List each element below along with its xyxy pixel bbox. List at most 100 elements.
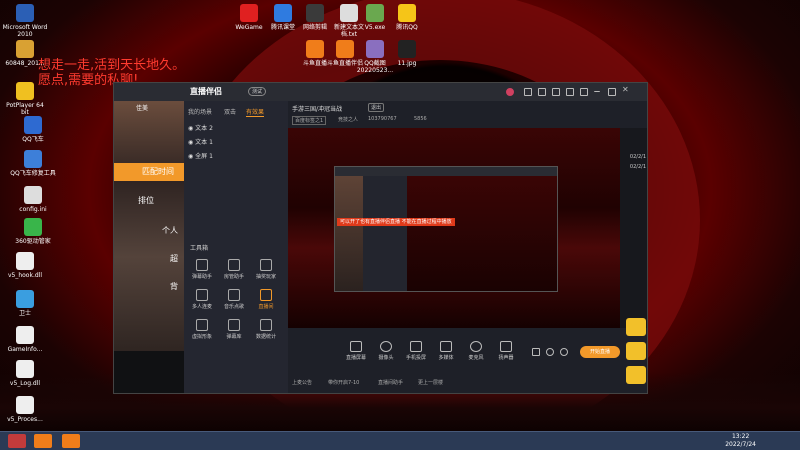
timer-icon[interactable] [546, 348, 554, 356]
gift-icon[interactable] [552, 88, 560, 96]
taskbar-app-icon[interactable] [8, 434, 26, 448]
desktop-icon-360[interactable]: 360驱动管家 [10, 218, 56, 245]
desktop-icon-process[interactable]: v5_Proces... [2, 396, 48, 423]
group-icon [196, 289, 208, 301]
app-titlebar: 直播伴侣 测试 ✕ [114, 83, 647, 101]
desktop-icon-qq[interactable]: 腾讯QQ [384, 4, 430, 31]
nested-red-banner: 可以开了也有直播伴侣直播 不能在直播过程中播放 [337, 218, 455, 226]
potplayer-icon [16, 82, 34, 100]
clock-date: 2022/7/24 [725, 441, 756, 448]
tool-avatar[interactable]: 虚拟形象 [188, 319, 216, 340]
mail-icon[interactable] [566, 88, 574, 96]
tab-double[interactable]: 双击 [224, 107, 236, 116]
folder-icon [16, 40, 34, 58]
desktop-icon-qqspeed[interactable]: QQ飞车 [10, 116, 56, 143]
nested-app-window: 可以开了也有直播伴侣直播 不能在直播过程中播放 [334, 166, 558, 292]
camera-icon [260, 259, 272, 271]
stream-title[interactable]: 手游三国/冲冠当战 [292, 104, 342, 113]
settings-icon[interactable] [560, 348, 568, 356]
word-icon [16, 4, 34, 22]
ini-file-icon [24, 186, 42, 204]
status-item[interactable]: 更上一层楼 [418, 379, 443, 386]
scene-item[interactable]: ◉ 全屏 1 [188, 151, 213, 160]
status-item[interactable]: 带你开启7-10 [328, 379, 359, 386]
desktop-icon-repair[interactable]: QQ飞车修复工具 [10, 150, 56, 177]
record-icon[interactable] [532, 348, 540, 356]
chat-icon [196, 259, 208, 271]
editor-icon [306, 4, 324, 22]
panel-line-2: 个人 [162, 226, 178, 235]
app-logo: 直播伴侣 [190, 87, 222, 96]
scene-tabs: 我的场景 双击 有效果 [184, 105, 288, 117]
tab-my-scenes[interactable]: 我的场景 [188, 107, 212, 116]
status-line: 上麦公告 带你开启7-10 直播间助手 更上一层楼 [288, 373, 647, 393]
scene-panel: 我的场景 双击 有效果 ◉ 文本 2 ◉ 文本 1 ◉ 全屏 1 工具箱 弹幕助… [184, 101, 288, 393]
tool-room-manager[interactable]: 房管助手 [220, 259, 248, 280]
maximize-icon[interactable] [608, 88, 616, 96]
library-icon [228, 319, 240, 331]
media-button[interactable]: 多媒体 [432, 341, 460, 361]
tool-multi-mic[interactable]: 多人连麦 [188, 289, 216, 310]
status-item[interactable]: 直播间助手 [378, 379, 403, 386]
desktop-icon-potplayer[interactable]: PotPlayer 64 bit [2, 82, 48, 116]
desktop-icon-guard[interactable]: 卫士 [2, 290, 48, 317]
desktop-icon-config[interactable]: config.ini [10, 186, 56, 213]
phone-cast-button[interactable]: 手机投屏 [402, 341, 430, 361]
image-file-icon [366, 40, 384, 58]
taskbar-douyu-icon[interactable] [34, 434, 52, 448]
tool-stats[interactable]: 数据统计 [252, 319, 280, 340]
screen-capture-button[interactable]: 直播屏幕 [342, 341, 370, 361]
stream-preview[interactable]: 可以开了也有直播伴侣直播 不能在直播过程中播放 [288, 128, 620, 328]
avatar[interactable] [506, 88, 514, 96]
timestamp: 02/2/1 [629, 154, 646, 160]
image-file-icon [398, 40, 416, 58]
share-icon[interactable] [524, 88, 532, 96]
tool-lottery[interactable]: 抽奖玩家 [252, 259, 280, 280]
music-icon [228, 289, 240, 301]
scene-item[interactable]: ◉ 文本 2 [188, 123, 213, 132]
panel-title: 佳美 [136, 105, 149, 112]
speaker-button[interactable]: 扬声器 [492, 341, 520, 361]
badge-icon[interactable] [626, 342, 646, 360]
tool-danmaku-lib[interactable]: 弹幕库 [220, 319, 248, 340]
room-icon [260, 289, 272, 301]
tool-danmaku[interactable]: 弹幕助手 [188, 259, 216, 280]
category-tag[interactable]: 百度标签之1 [292, 116, 327, 125]
tool-room[interactable]: 直播间 [252, 289, 280, 310]
menu-icon[interactable] [580, 88, 588, 96]
scene-item[interactable]: ◉ 文本 1 [188, 137, 213, 146]
nested-stage [407, 176, 557, 291]
microphone-icon [470, 341, 482, 352]
badge-icon[interactable] [626, 318, 646, 336]
user-icon [228, 259, 240, 271]
room-name: 竞技之人 [338, 117, 359, 123]
dll-file-icon [16, 252, 34, 270]
exit-tag[interactable]: 退出 [368, 103, 385, 112]
go-live-button[interactable]: 开始直播 [580, 346, 620, 358]
desktop-icon-hook[interactable]: v5_hook.dll [2, 252, 48, 279]
desktop-icon-file[interactable]: 60848_201... [2, 40, 48, 67]
streamer-preview-panel: 佳美 匹配时间 排位 个人 超 背 [114, 101, 184, 393]
source-toolbar: 直播屏幕 摄像头 手机投屏 多媒体 麦克风 扬声器 开始直播 [288, 333, 647, 373]
microphone-button[interactable]: 麦克风 [462, 341, 490, 361]
desktop-icon-log[interactable]: v5_Log.dll [2, 360, 48, 387]
dll-file-icon [16, 360, 34, 378]
guard-icon [16, 290, 34, 308]
desktop-icon-gameinfo[interactable]: GameInfo... [2, 326, 48, 353]
tool-music[interactable]: 音乐点歌 [220, 289, 248, 310]
match-banner[interactable]: 匹配时间 [114, 163, 184, 181]
badge-icon[interactable] [626, 366, 646, 384]
taskbar-companion-icon[interactable] [62, 434, 80, 448]
clock-time: 13:22 [731, 433, 750, 440]
desktop-icon-jpg[interactable]: 11.jpg [384, 40, 430, 67]
minimize-icon[interactable] [594, 88, 600, 92]
status-item[interactable]: 上麦公告 [292, 379, 312, 386]
panel-line-3: 超 [170, 254, 178, 263]
tab-effects[interactable]: 有效果 [246, 107, 265, 117]
desktop-icon-word[interactable]: Microsoft Word 2010 [2, 4, 48, 38]
screen-icon[interactable] [538, 88, 546, 96]
phone-icon [410, 341, 422, 352]
camera-button[interactable]: 摄像头 [372, 341, 400, 361]
nested-titlebar [335, 167, 557, 176]
system-clock[interactable]: 13:22 2022/7/24 [725, 433, 756, 449]
